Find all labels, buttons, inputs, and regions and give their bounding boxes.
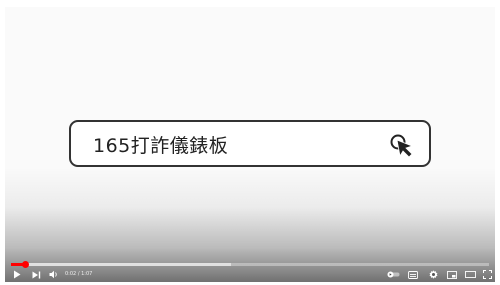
- fullscreen-button[interactable]: [481, 267, 493, 282]
- player-controls: 0:02 / 1:07: [5, 267, 495, 282]
- mouse-cursor-icon: [390, 134, 414, 158]
- search-box-text: 165打詐儀錶板: [93, 135, 229, 157]
- autoplay-toggle[interactable]: [385, 267, 401, 282]
- next-icon: [32, 271, 40, 278]
- time-display: 0:02 / 1:07: [65, 270, 92, 279]
- theater-mode-icon: [465, 271, 476, 278]
- progress-loaded: [11, 263, 231, 266]
- gear-icon: [429, 270, 437, 279]
- miniplayer-icon: [447, 270, 457, 279]
- theater-mode-button[interactable]: [463, 267, 478, 282]
- subtitles-button[interactable]: [406, 267, 420, 282]
- subtitles-icon: [408, 270, 418, 279]
- fullscreen-icon: [482, 270, 492, 279]
- play-icon: [14, 270, 21, 279]
- miniplayer-button[interactable]: [445, 267, 459, 282]
- video-player[interactable]: 165打詐儀錶板 0:02 / 1:07: [5, 7, 495, 282]
- mute-button[interactable]: [47, 267, 61, 282]
- time-separator: /: [77, 271, 80, 277]
- progress-bar[interactable]: [11, 261, 489, 268]
- time-current: 0:02: [65, 271, 77, 277]
- time-total: 1:07: [81, 271, 93, 277]
- play-button[interactable]: [10, 267, 24, 282]
- search-box-graphic: 165打詐儀錶板: [69, 120, 431, 167]
- settings-button[interactable]: [426, 267, 440, 282]
- volume-icon: [49, 270, 57, 279]
- next-button[interactable]: [29, 267, 43, 282]
- video-frame[interactable]: 165打詐儀錶板: [5, 7, 495, 282]
- autoplay-toggle-icon: [387, 271, 399, 278]
